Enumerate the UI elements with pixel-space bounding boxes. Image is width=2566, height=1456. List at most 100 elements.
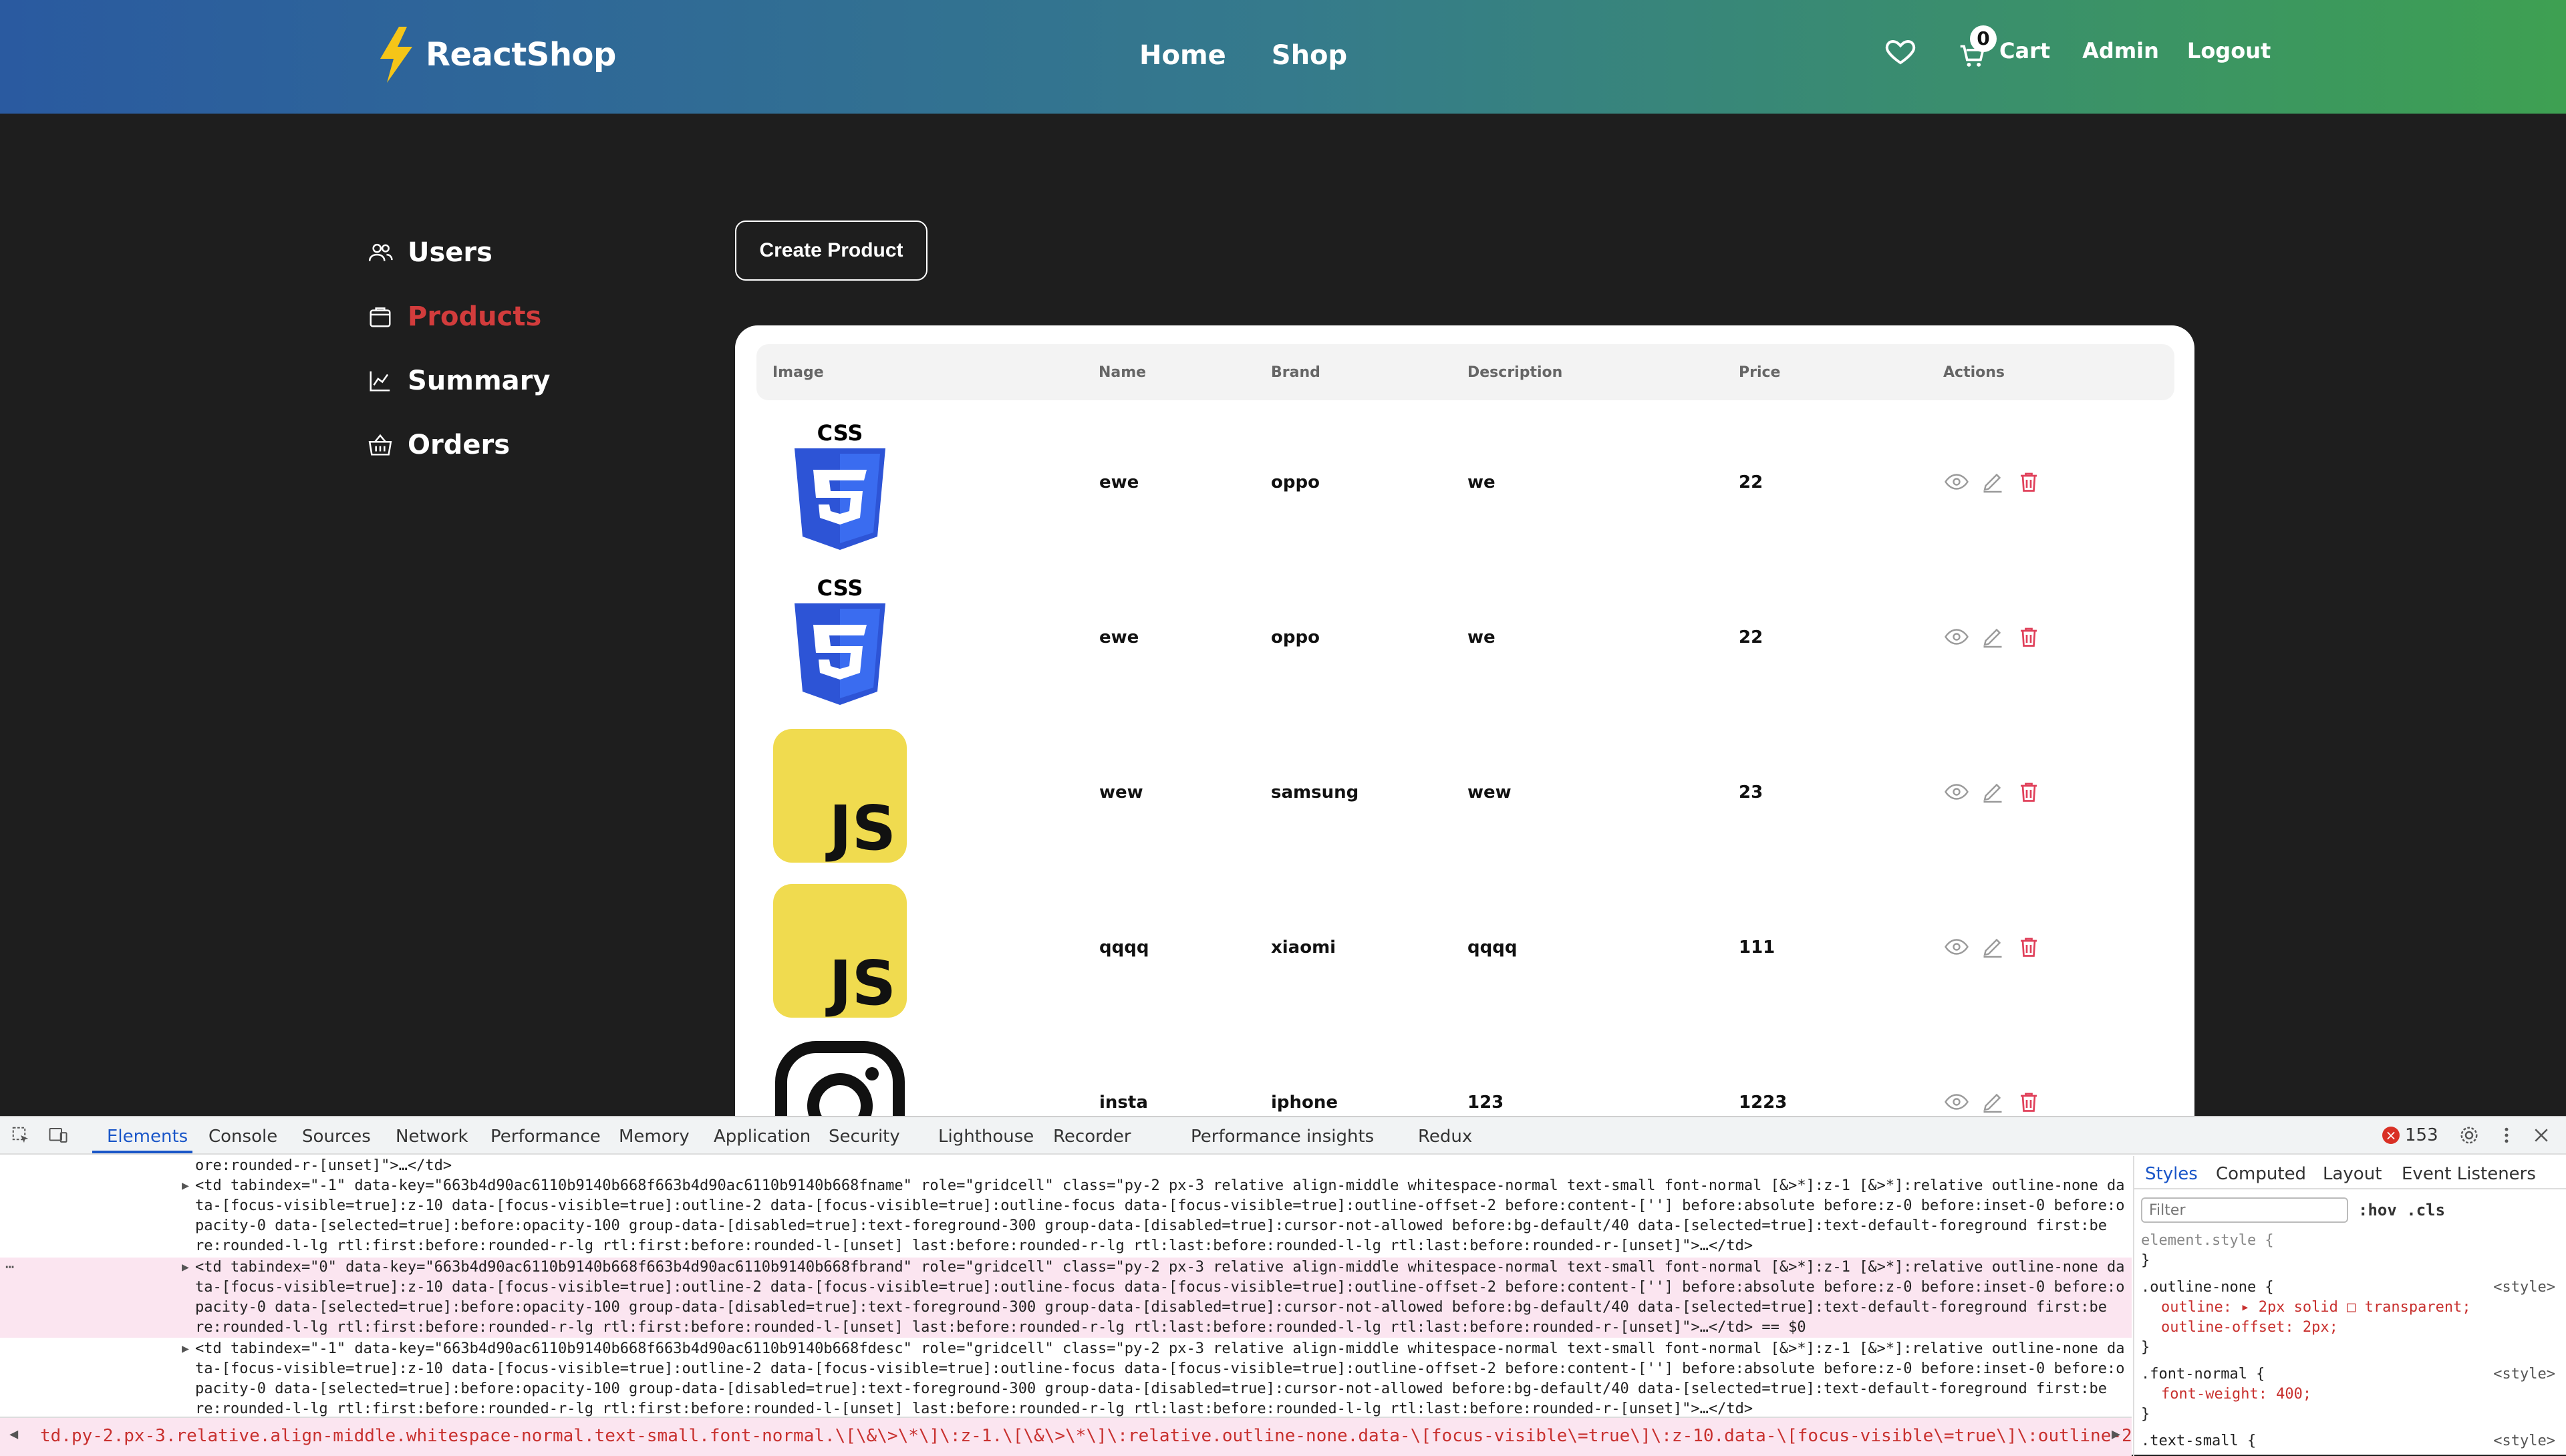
table-row[interactable]: CSS ewe oppo we 22 <box>735 561 2194 716</box>
tab-console[interactable]: Console <box>208 1127 277 1147</box>
rule-property[interactable]: font-weight: 400; <box>2141 1385 2562 1405</box>
trash-icon[interactable] <box>2017 625 2041 649</box>
eye-icon[interactable] <box>1945 1090 1969 1114</box>
tab-security[interactable]: Security <box>829 1127 900 1147</box>
tab-performance-insights[interactable]: Performance insights <box>1191 1127 1374 1147</box>
tab-lighthouse[interactable]: Lighthouse <box>938 1127 1034 1147</box>
tab-computed[interactable]: Computed <box>2216 1164 2306 1184</box>
table-row[interactable]: JS qqqq xiaomi qqqq 111 <box>735 871 2194 1026</box>
nav-home[interactable]: Home <box>1139 40 1226 71</box>
column-header[interactable]: Brand <box>1271 364 1320 381</box>
tab-styles[interactable]: Styles <box>2145 1164 2198 1184</box>
edit-icon[interactable] <box>1981 1090 2005 1114</box>
product-brand: iphone <box>1271 1093 1338 1113</box>
rule-source[interactable]: <style> <box>2493 1364 2555 1385</box>
styles-filter-input[interactable] <box>2141 1197 2348 1223</box>
table-row[interactable]: JS wew samsung wew 23 <box>735 716 2194 871</box>
dom-node[interactable]: ▶ <td tabindex="-1" data-key="663b4d90ac… <box>0 1176 2132 1256</box>
tab-recorder[interactable]: Recorder <box>1053 1127 1131 1147</box>
tab-performance[interactable]: Performance <box>490 1127 601 1147</box>
sidebar-item-products[interactable]: Products <box>368 285 550 349</box>
table-row[interactable]: insta iphone 123 1223 <box>735 1026 2194 1116</box>
row-actions <box>1945 935 2041 959</box>
gear-icon[interactable] <box>2459 1125 2479 1145</box>
style-rule[interactable]: element.style { } <box>2141 1231 2562 1271</box>
breadcrumb-path: td.py-2.px-3.relative.align-middle.white… <box>40 1426 2132 1446</box>
tab-elements[interactable]: Elements <box>107 1127 188 1147</box>
tab-application[interactable]: Application <box>714 1127 811 1147</box>
sidebar-item-users[interactable]: Users <box>368 221 550 285</box>
heart-icon[interactable] <box>1884 35 1916 67</box>
column-header[interactable]: Image <box>772 364 824 381</box>
row-actions <box>1945 1090 2041 1114</box>
column-header[interactable]: Description <box>1467 364 1562 381</box>
error-counter[interactable]: × 153 <box>2382 1125 2438 1145</box>
column-header[interactable]: Name <box>1099 364 1146 381</box>
edit-icon[interactable] <box>1981 780 2005 804</box>
edit-icon[interactable] <box>1981 625 2005 649</box>
elements-tree[interactable]: ore:rounded-r-[unset]">…</td> ▶ <td tabi… <box>0 1156 2132 1417</box>
dom-node-selected[interactable]: ⋯ ▶ <td tabindex="0" data-key="663b4d90a… <box>0 1258 2132 1338</box>
trash-icon[interactable] <box>2017 470 2041 494</box>
rule-source[interactable]: <style> <box>2493 1278 2555 1298</box>
more-dots-icon[interactable]: ⋯ <box>5 1258 14 1278</box>
dom-node[interactable]: ore:rounded-r-[unset]">…</td> <box>0 1156 2132 1176</box>
column-header[interactable]: Price <box>1739 364 1780 381</box>
expand-arrow-icon[interactable]: ▶ <box>182 1339 189 1359</box>
nav-actions: 0 Cart Admin Logout <box>1884 25 2271 69</box>
cart-link[interactable]: Cart <box>1999 38 2050 63</box>
style-rule[interactable]: <style> .font-normal { font-weight: 400;… <box>2141 1364 2562 1425</box>
inspect-icon[interactable] <box>11 1125 31 1145</box>
rule-selector: element.style { <box>2141 1232 2274 1249</box>
expand-arrow-icon[interactable]: ▶ <box>182 1258 189 1278</box>
tab-layout[interactable]: Layout <box>2323 1164 2382 1184</box>
logo[interactable]: ReactShop <box>378 27 616 83</box>
more-vert-icon[interactable] <box>2497 1125 2517 1145</box>
device-toggle-icon[interactable] <box>48 1125 68 1145</box>
dom-breadcrumb[interactable]: ◀ td.py-2.px-3.relative.align-middle.whi… <box>0 1417 2132 1456</box>
sidebar-item-orders[interactable]: Orders <box>368 413 550 477</box>
tab-sources[interactable]: Sources <box>302 1127 371 1147</box>
dom-line: <td tabindex="-1" data-key="663b4d90ac61… <box>195 1177 2125 1194</box>
nav-shop[interactable]: Shop <box>1272 40 1347 71</box>
rule-source[interactable]: <style> <box>2493 1431 2555 1451</box>
chart-icon <box>370 371 390 392</box>
hov-cls-toggle[interactable]: :hov .cls <box>2358 1200 2445 1220</box>
admin-link[interactable]: Admin <box>2082 38 2159 63</box>
trash-icon[interactable] <box>2017 1090 2041 1114</box>
dom-node[interactable]: ▶ <td tabindex="-1" data-key="663b4d90ac… <box>0 1339 2132 1417</box>
logout-link[interactable]: Logout <box>2187 38 2271 63</box>
basket-icon <box>368 434 392 456</box>
product-brand: xiaomi <box>1271 937 1336 958</box>
eye-icon[interactable] <box>1945 935 1969 959</box>
trash-icon[interactable] <box>2017 780 2041 804</box>
cart-button[interactable]: 0 <box>1958 25 1997 69</box>
style-rule[interactable]: <style> .text-small { <box>2141 1431 2562 1451</box>
dom-line: ta-[focus-visible=true]:z-10 data-[focus… <box>195 1197 2125 1214</box>
rule-close: } <box>2141 1339 2150 1356</box>
scroll-right-icon[interactable]: ▶ <box>2112 1426 2120 1443</box>
trash-icon[interactable] <box>2017 935 2041 959</box>
tab-redux[interactable]: Redux <box>1418 1127 1472 1147</box>
rule-property[interactable]: outline: ▸ 2px solid □ transparent; <box>2141 1298 2562 1318</box>
table-row[interactable]: CSS ewe oppo we 22 <box>735 406 2194 561</box>
style-rule[interactable]: <style> .outline-none { outline: ▸ 2px s… <box>2141 1278 2562 1358</box>
rule-property[interactable]: outline-offset: 2px; <box>2141 1318 2562 1338</box>
eye-icon[interactable] <box>1945 625 1969 649</box>
eye-icon[interactable] <box>1945 470 1969 494</box>
product-price: 22 <box>1739 627 1763 647</box>
tab-memory[interactable]: Memory <box>619 1127 690 1147</box>
expand-arrow-icon[interactable]: ▶ <box>182 1176 189 1196</box>
edit-icon[interactable] <box>1981 470 2005 494</box>
tab-event-listeners[interactable]: Event Listeners <box>2402 1164 2536 1184</box>
sidebar-item-summary[interactable]: Summary <box>368 349 550 413</box>
svg-text:JS: JS <box>825 948 897 1018</box>
edit-icon[interactable] <box>1981 935 2005 959</box>
close-icon[interactable] <box>2531 1125 2551 1145</box>
eye-icon[interactable] <box>1945 780 1969 804</box>
scroll-left-icon[interactable]: ◀ <box>9 1426 18 1443</box>
tab-network[interactable]: Network <box>396 1127 468 1147</box>
column-header[interactable]: Actions <box>1943 364 2005 381</box>
create-product-button[interactable]: Create Product <box>735 221 928 281</box>
svg-text:JS: JS <box>825 792 897 863</box>
